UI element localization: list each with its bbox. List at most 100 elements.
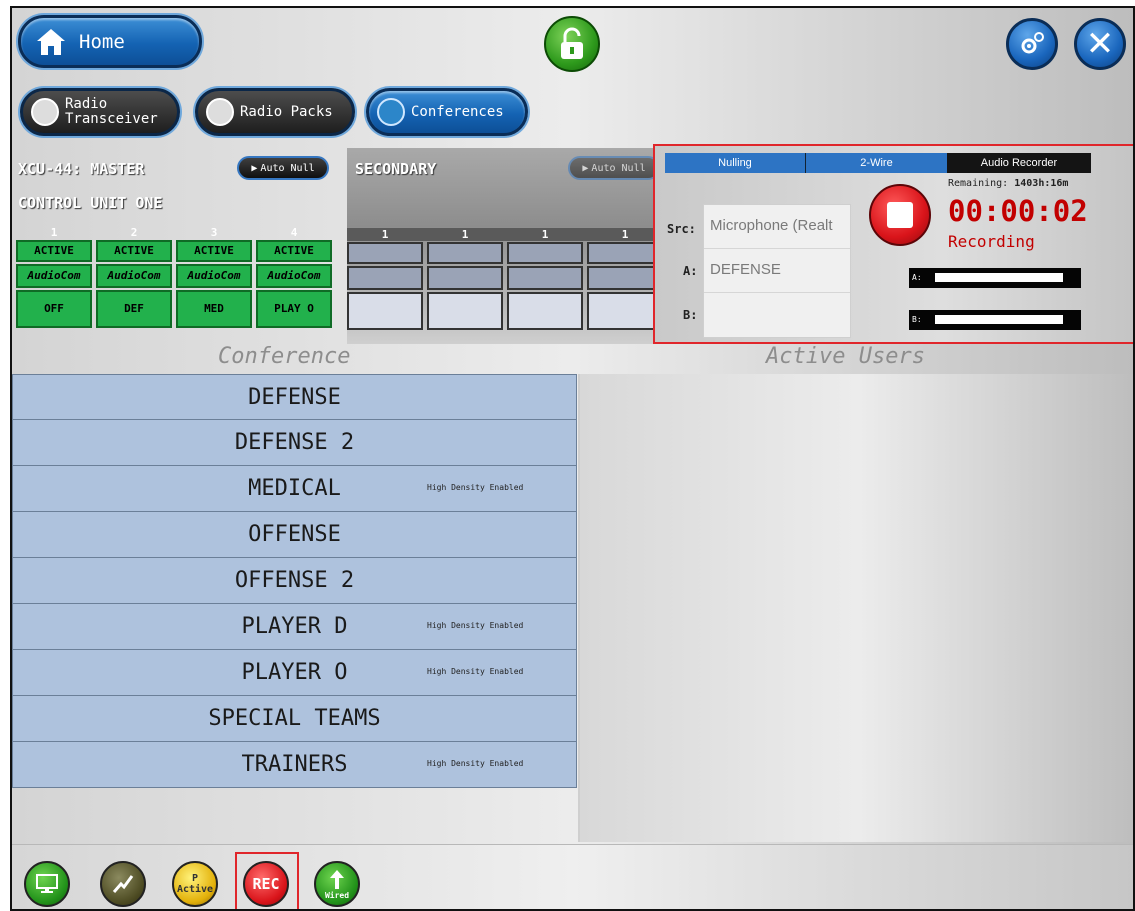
channel-number: 1 bbox=[50, 226, 58, 239]
empty-channel-cell[interactable] bbox=[587, 292, 663, 330]
conference-name: MEDICAL bbox=[248, 476, 341, 501]
b-label: B: bbox=[683, 308, 698, 322]
conference-row-player-d[interactable]: PLAYER D High Density Enabled bbox=[12, 604, 577, 650]
empty-channel-cell[interactable] bbox=[587, 242, 663, 264]
unlock-icon[interactable] bbox=[544, 16, 600, 72]
recording-status: Recording bbox=[948, 232, 1035, 251]
b-value[interactable] bbox=[704, 293, 850, 337]
conference-name: TRAINERS bbox=[241, 752, 348, 777]
rec-status-button[interactable]: REC bbox=[243, 861, 289, 907]
channel-type[interactable]: AudioCom bbox=[96, 264, 172, 288]
tab-2-wire[interactable]: 2-Wire bbox=[806, 153, 947, 173]
empty-channel-cell[interactable] bbox=[427, 292, 503, 330]
empty-channel-cell[interactable] bbox=[347, 242, 423, 264]
active-icon-glyph: P bbox=[191, 873, 199, 884]
tab-radio-transceiver[interactable]: Radio Transceiver bbox=[20, 88, 180, 136]
master-subtitle: CONTROL UNIT ONE bbox=[18, 194, 163, 212]
channel-type[interactable]: AudioCom bbox=[256, 264, 332, 288]
channel-type[interactable]: AudioCom bbox=[16, 264, 92, 288]
active-users-panel bbox=[578, 374, 1133, 842]
tab-label-line2: Transceiver bbox=[65, 111, 158, 127]
conference-row-defense-2[interactable]: DEFENSE 2 bbox=[12, 420, 577, 466]
empty-channel-cell[interactable] bbox=[507, 266, 583, 290]
activity-status-button[interactable] bbox=[100, 861, 146, 907]
flag-icon: ▶ bbox=[251, 162, 258, 174]
monitor-status-button[interactable] bbox=[24, 861, 70, 907]
channel-state[interactable]: ACTIVE bbox=[16, 240, 92, 262]
secondary-panel: SECONDARY ▶ Auto Null 1 1 1 1 bbox=[347, 148, 663, 344]
tab-label: Radio Transceiver bbox=[65, 97, 158, 127]
empty-channel-cell[interactable] bbox=[427, 242, 503, 264]
tab-label: Radio Packs bbox=[240, 104, 333, 120]
source-select-box[interactable]: Microphone (Realt DEFENSE bbox=[703, 204, 851, 338]
secondary-title: SECONDARY bbox=[355, 160, 437, 178]
auto-null-button-disabled[interactable]: ▶ Auto Null bbox=[568, 156, 660, 180]
tab-label: Conferences bbox=[411, 104, 504, 120]
conference-row-special-teams[interactable]: SPECIAL TEAMS bbox=[12, 696, 577, 742]
radio-icon bbox=[31, 98, 59, 126]
recording-timer: 00:00:02 bbox=[948, 194, 1088, 228]
channel-number: 4 bbox=[290, 226, 298, 239]
empty-channel-cell[interactable] bbox=[347, 292, 423, 330]
high-density-tag: High Density Enabled bbox=[427, 759, 524, 768]
conference-row-defense[interactable]: DEFENSE bbox=[12, 374, 577, 420]
wired-status-button[interactable]: Wired bbox=[314, 861, 360, 907]
conference-name: DEFENSE bbox=[248, 384, 341, 410]
padlock-open-glyph bbox=[561, 27, 583, 59]
src-value[interactable]: Microphone (Realt bbox=[704, 205, 850, 249]
conference-row-medical[interactable]: MEDICAL High Density Enabled bbox=[12, 466, 577, 512]
a-value[interactable]: DEFENSE bbox=[704, 249, 850, 293]
auto-null-button[interactable]: ▶ Auto Null bbox=[237, 156, 329, 180]
secondary-channel-grid bbox=[347, 242, 663, 330]
empty-channel-cell[interactable] bbox=[507, 242, 583, 264]
src-label: Src: bbox=[667, 222, 696, 236]
tab-conferences[interactable]: Conferences bbox=[366, 88, 528, 136]
master-channel-grid: ACTIVE ACTIVE ACTIVE ACTIVE AudioCom Aud… bbox=[16, 240, 332, 328]
channel-state[interactable]: ACTIVE bbox=[256, 240, 332, 262]
channel-numbers: 1 2 3 4 bbox=[16, 226, 332, 239]
channel-number: 1 bbox=[381, 228, 389, 241]
empty-channel-cell[interactable] bbox=[427, 266, 503, 290]
high-density-tag: High Density Enabled bbox=[427, 667, 524, 676]
channel-conference[interactable]: OFF bbox=[16, 290, 92, 328]
close-button[interactable]: ✕ bbox=[1074, 18, 1126, 70]
conference-row-offense-2[interactable]: OFFENSE 2 bbox=[12, 558, 577, 604]
conference-name: DEFENSE 2 bbox=[234, 430, 355, 455]
tab-audio-recorder[interactable]: Audio Recorder bbox=[947, 153, 1091, 173]
home-icon bbox=[37, 28, 65, 55]
app-window: Home ✕ Radio Transceiver Radio Packs Con… bbox=[10, 6, 1135, 911]
stop-icon bbox=[887, 202, 913, 228]
channel-type[interactable]: AudioCom bbox=[176, 264, 252, 288]
conference-row-trainers[interactable]: TRAINERS High Density Enabled bbox=[12, 742, 577, 788]
gear-icon bbox=[1021, 32, 1044, 54]
stop-recording-button[interactable] bbox=[869, 184, 931, 246]
active-label: Active bbox=[176, 884, 214, 895]
channel-conference[interactable]: DEF bbox=[96, 290, 172, 328]
channel-conference[interactable]: PLAY O bbox=[256, 290, 332, 328]
empty-channel-cell[interactable] bbox=[347, 266, 423, 290]
tab-radio-packs[interactable]: Radio Packs bbox=[195, 88, 355, 136]
tab-label-line1: Radio bbox=[65, 96, 108, 112]
tab-nulling[interactable]: Nulling bbox=[665, 153, 806, 173]
channel-state[interactable]: ACTIVE bbox=[96, 240, 172, 262]
conferences-icon bbox=[377, 98, 405, 126]
home-button[interactable]: Home bbox=[18, 15, 202, 68]
home-label: Home bbox=[79, 30, 125, 53]
channel-state[interactable]: ACTIVE bbox=[176, 240, 252, 262]
empty-channel-cell[interactable] bbox=[587, 266, 663, 290]
master-panel: XCU-44: MASTER CONTROL UNIT ONE ▶ Auto N… bbox=[12, 148, 345, 344]
channel-number: 1 bbox=[461, 228, 469, 241]
settings-button[interactable] bbox=[1006, 18, 1058, 70]
auto-null-label: Auto Null bbox=[591, 162, 646, 174]
audio-recorder-panel: Nulling 2-Wire Audio Recorder Src: A: B:… bbox=[653, 144, 1133, 344]
remaining-time: Remaining: 1403h:16m bbox=[948, 178, 1068, 189]
empty-channel-cell[interactable] bbox=[507, 292, 583, 330]
channel-conference[interactable]: MED bbox=[176, 290, 252, 328]
conference-row-offense[interactable]: OFFENSE bbox=[12, 512, 577, 558]
a-label: A: bbox=[683, 264, 698, 278]
conference-name: PLAYER O bbox=[241, 660, 348, 685]
conference-list: DEFENSE DEFENSE 2 MEDICAL High Density E… bbox=[12, 374, 577, 788]
conference-row-player-o[interactable]: PLAYER O High Density Enabled bbox=[12, 650, 577, 696]
active-status-button[interactable]: P Active bbox=[172, 861, 218, 907]
high-density-tag: High Density Enabled bbox=[427, 621, 524, 630]
